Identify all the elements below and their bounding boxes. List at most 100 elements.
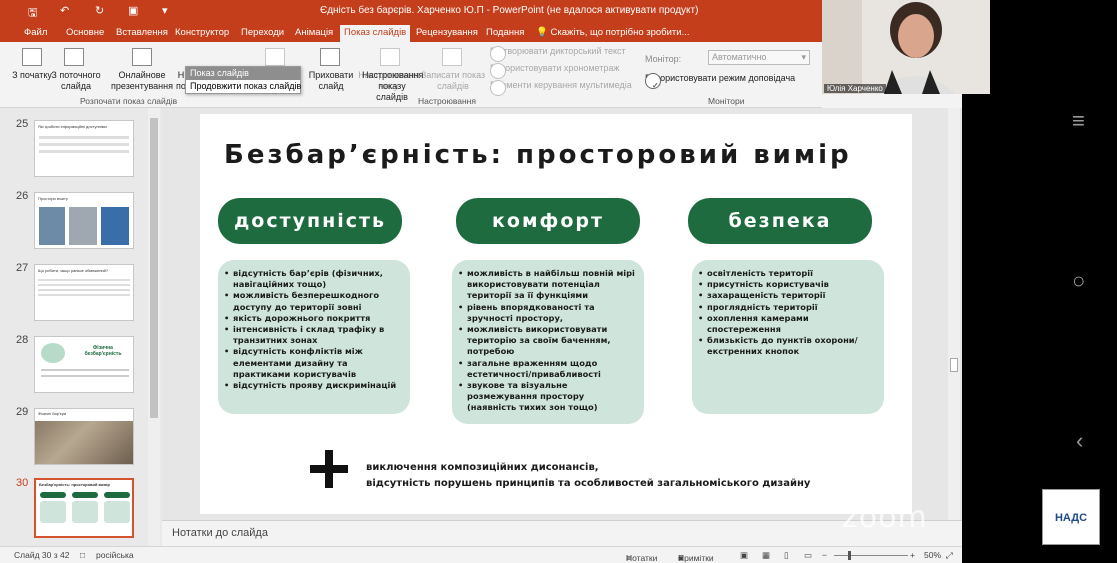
notes-toggle-label: Нотатки	[626, 553, 658, 563]
normal-view-icon[interactable]: ▣	[740, 550, 748, 561]
back-icon[interactable]: ‹	[1076, 428, 1083, 454]
tab-animations[interactable]: Анімація	[291, 25, 337, 42]
nads-logo: НАДС	[1042, 489, 1100, 545]
record-button[interactable]: Записати показ слайдів	[420, 70, 486, 92]
slide-title: Безбар’єрність: просторовий вимір	[224, 140, 852, 170]
tab-file[interactable]: Файл	[20, 25, 51, 42]
customize-icon[interactable]: ▾	[162, 4, 168, 17]
slide-thumbnail[interactable]: Які зробити інформаційні доступніми	[34, 120, 134, 177]
powerpoint-window: 🖫 ↶ ↻ ▣ ▾ Єдність без барєрів. Харченко …	[0, 0, 962, 563]
sorter-view-icon[interactable]: ▦	[762, 550, 770, 561]
slide-canvas[interactable]: Безбар’єрність: просторовий вимір доступ…	[200, 114, 912, 514]
slide-thumbnail[interactable]: Фізичні бар'єри	[34, 408, 134, 465]
participant-video	[822, 0, 990, 94]
thumbnail-scrollbar[interactable]	[148, 108, 160, 548]
zoom-slider[interactable]	[834, 555, 908, 556]
thumb-title: Фізична безбар'єрність	[84, 345, 122, 357]
slide-thumbnail[interactable]: Що робити, якщо раніше обмежений?	[34, 264, 134, 321]
slide-editor: Безбар’єрність: просторовий вимір доступ…	[162, 108, 962, 520]
tab-transitions[interactable]: Переходи	[237, 25, 288, 42]
list-item: якість дорожнього покриття	[224, 313, 402, 324]
setup-show-label: Настроювання показу слайдів	[362, 70, 424, 102]
thumb-number: 29	[16, 406, 29, 418]
tab-home[interactable]: Основне	[62, 25, 108, 42]
dropdown-item-slideshow[interactable]: Показ слайдів	[186, 67, 300, 80]
thumb-title: Простори візиту	[38, 196, 68, 201]
play-narration-checkbox[interactable]: Відтворювати дикторський текст	[490, 46, 626, 62]
list-item: інтенсивність і склад трафіку в транзитн…	[224, 324, 402, 346]
home-circle-icon[interactable]: ○	[1072, 268, 1085, 294]
slide-thumbnail[interactable]: Простори візиту	[34, 192, 134, 249]
editor-scroll-thumb[interactable]	[950, 358, 958, 372]
safety-box: освітленість території присутність корис…	[692, 260, 884, 414]
list-item: можливість в найбільш повній мірі викори…	[458, 268, 636, 302]
plus-icon	[310, 450, 348, 488]
zoom-watermark: zoom	[842, 500, 928, 535]
participant-avatar	[822, 0, 990, 94]
list-item: освітленість території	[698, 268, 876, 279]
list-item: відсутність бар’єрів (фізичних, навігаці…	[224, 268, 402, 290]
menu-icon[interactable]: ≡	[1072, 108, 1085, 134]
zoom-out-icon[interactable]: −	[822, 550, 827, 560]
from-current-button[interactable]: З поточного слайда	[48, 70, 104, 92]
heading-accessibility: доступність	[218, 198, 402, 244]
undo-icon[interactable]: ↶	[60, 4, 69, 17]
list-item: загальне враженням щодо естетичності/при…	[458, 358, 636, 380]
list-item: близькість до пунктів охорони/ екстренни…	[698, 335, 876, 357]
rehearse-icon	[380, 48, 400, 66]
use-timings-checkbox[interactable]: Використовувати хронометраж	[490, 63, 620, 79]
hide-slide-icon	[320, 48, 340, 66]
save-icon[interactable]: 🖫	[28, 4, 37, 23]
slide-thumbnail[interactable]: Фізична безбар'єрність	[34, 336, 134, 393]
media-controls-label: Елементи керування мультимедіа	[490, 80, 632, 90]
slideshow-view-icon[interactable]: ▭	[804, 550, 812, 561]
monitor-select-value: Автоматично	[712, 52, 767, 62]
comments-toggle-label: Примітки	[678, 553, 714, 563]
zoom-level[interactable]: 50%	[924, 550, 941, 560]
editor-scrollbar[interactable]	[948, 108, 960, 520]
presenter-view-checkbox[interactable]: ✓ Використовувати режим доповідача	[645, 73, 796, 90]
present-icon[interactable]: ▣	[128, 4, 138, 17]
tab-slideshow[interactable]: Показ слайдів	[340, 25, 411, 42]
accessibility-list: відсутність бар’єрів (фізичних, навігаці…	[224, 268, 402, 391]
slideshow-dropdown: Показ слайдів Продовжити показ слайдів	[185, 66, 301, 94]
zoom-in-icon[interactable]: +	[910, 550, 915, 560]
fit-slide-icon[interactable]: ⤢	[946, 550, 953, 561]
tab-view[interactable]: Подання	[482, 25, 528, 42]
use-timings-label: Використовувати хронометраж	[490, 63, 620, 73]
tab-design[interactable]: Конструктор	[171, 25, 233, 42]
list-item: захаращеність території	[698, 290, 876, 301]
reading-view-icon[interactable]: ▯	[784, 550, 789, 561]
dropdown-item-continue[interactable]: Продовжити показ слайдів	[186, 80, 301, 93]
nads-logo-text: НАДС	[1054, 512, 1088, 524]
chevron-down-icon: ▾	[801, 52, 806, 62]
list-item: присутність користувачів	[698, 279, 876, 290]
redo-icon[interactable]: ↻	[95, 4, 104, 17]
record-icon	[442, 48, 462, 66]
group-setup-label: Настроювання	[418, 96, 476, 106]
participant-name: Юлія Харченко	[824, 84, 886, 93]
slide-thumbnail-current[interactable]: Безбар'єрність: просторовий вимір	[34, 478, 134, 538]
media-controls-checkbox[interactable]: Елементи керування мультимедіа	[490, 80, 632, 96]
tab-review[interactable]: Рецензування	[412, 25, 482, 42]
language-indicator[interactable]: російська	[96, 550, 134, 560]
online-present-icon	[132, 48, 152, 66]
tell-me-search[interactable]: 💡 Скажіть, що потрібно зробити...	[532, 25, 694, 42]
play-narration-label: Відтворювати дикторський текст	[490, 46, 626, 56]
thumb-title: Які зробити інформаційні доступніми	[38, 124, 107, 129]
hide-slide-button[interactable]: Приховати слайд	[304, 70, 358, 92]
list-item: можливість безперешкодного доступу до те…	[224, 290, 402, 312]
status-bar: Слайд 30 з 42 □ російська ≡ Нотатки ■ Пр…	[0, 546, 962, 563]
online-present-button[interactable]: Онлайнове презентування	[106, 70, 178, 92]
thumb-title: Що робити, якщо раніше обмежений?	[38, 268, 109, 273]
zoom-slider-thumb[interactable]	[848, 551, 851, 560]
monitor-select[interactable]: Автоматично ▾	[708, 50, 810, 65]
presenter-view-label: Використовувати режим доповідача	[645, 73, 796, 83]
spellcheck-icon[interactable]: □	[80, 550, 85, 560]
notes-placeholder: Нотатки до слайда	[172, 527, 268, 539]
lightbulb-icon: 💡	[536, 27, 548, 38]
tab-insert[interactable]: Вставлення	[112, 25, 172, 42]
list-item: охоплення камерами спостереження	[698, 313, 876, 335]
thumbnail-scroll-thumb[interactable]	[150, 118, 158, 418]
checkmark-icon: ✓	[645, 73, 661, 90]
